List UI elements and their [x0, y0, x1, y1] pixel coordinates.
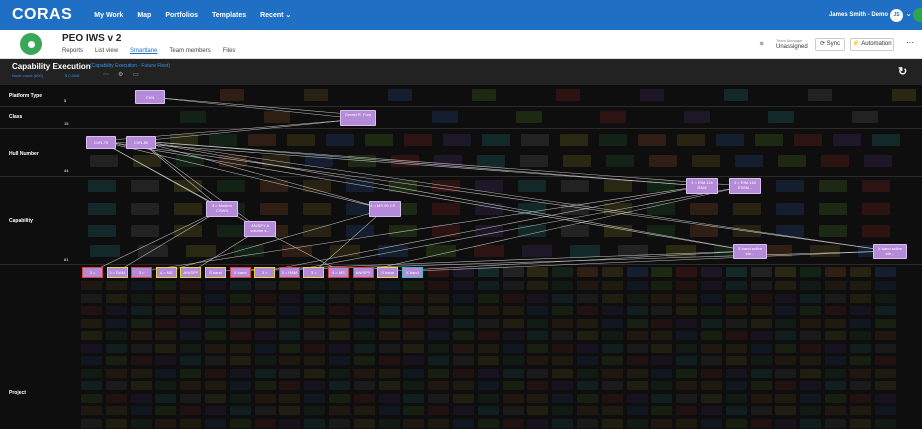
- edge: [99, 140, 891, 252]
- location-pin-icon: [20, 33, 42, 55]
- avatar[interactable]: JS: [890, 9, 903, 22]
- project-node[interactable]: 4 = MS: [155, 267, 177, 278]
- edge: [139, 140, 746, 187]
- node-capability[interactable]: 3 = Modern CSWS: [206, 201, 238, 217]
- node-capability[interactable]: 4 = MS 09 CS ...: [369, 201, 401, 217]
- project-node[interactable]: 3 =: [82, 267, 103, 278]
- node-cvn[interactable]: CVN: [135, 90, 165, 104]
- capability-title: Capability Execution: [12, 62, 91, 71]
- project-node[interactable]: 3 =: [254, 267, 276, 278]
- capability-subtitle[interactable]: (Capability Execution - Future Fleet): [90, 63, 170, 69]
- nav-portfolios[interactable]: Portfolios: [165, 12, 198, 19]
- project-node[interactable]: AN/SPY: [180, 267, 202, 278]
- user-name[interactable]: James Smith - Demo: [829, 12, 888, 18]
- tab-list-view[interactable]: List view: [95, 48, 118, 54]
- edge: [99, 140, 751, 252]
- tab-files[interactable]: Files: [223, 48, 236, 54]
- edge: [289, 185, 746, 272]
- project-node[interactable]: 3 = RAM: [278, 267, 300, 278]
- edge: [117, 208, 223, 272]
- gear-icon[interactable]: ⚙: [118, 71, 123, 78]
- tab-bar: Reports List view Smartlane Team members…: [62, 48, 247, 54]
- edge: [167, 208, 386, 272]
- node-capability[interactable]: 3 = RIM-116 RAM: [686, 178, 718, 194]
- edge: [149, 96, 361, 120]
- tab-reports[interactable]: Reports: [62, 48, 83, 54]
- nav-recent[interactable]: Recent ⌄: [260, 11, 291, 19]
- node-capability[interactable]: AN/SPY-6 volume s...: [244, 221, 276, 237]
- sync-button[interactable]: ⟳ Sync: [815, 38, 845, 51]
- project-node[interactable]: AN/SPY: [352, 267, 374, 278]
- project-node[interactable]: X band: [229, 267, 251, 278]
- project-node[interactable]: 3 =: [131, 267, 153, 278]
- project-node[interactable]: S band: [377, 267, 399, 278]
- tab-team-members[interactable]: Team members: [169, 48, 210, 54]
- team-manager-value[interactable]: Unassigned: [776, 44, 808, 50]
- project-node[interactable]: 3 = RAM: [106, 267, 128, 278]
- person-icon: ●: [759, 38, 765, 48]
- top-nav: CORAS My Work Map Portfolios Templates R…: [0, 0, 922, 30]
- edge: [139, 118, 361, 142]
- page-title: PEO IWS v 2: [62, 33, 122, 44]
- logo[interactable]: CORAS: [12, 6, 72, 24]
- node-capability[interactable]: X band active ele...: [873, 244, 907, 259]
- node-cvn-80[interactable]: CVN-80: [126, 136, 156, 149]
- node-cvn-79[interactable]: CVN-79: [86, 136, 116, 149]
- project-node[interactable]: 3 =: [303, 267, 325, 278]
- edge: [139, 140, 703, 187]
- edge: [139, 140, 751, 252]
- monitor-icon[interactable]: ▭: [133, 71, 139, 78]
- nav-map[interactable]: Map: [137, 12, 151, 19]
- node-capability[interactable]: S band active ele...: [733, 244, 767, 259]
- project-node[interactable]: S band: [205, 267, 226, 278]
- team-manager-label: Team Manager: [776, 38, 803, 43]
- cost-total: $ 0.00M: [65, 73, 80, 78]
- project-node[interactable]: X band: [401, 267, 423, 278]
- apps-icon[interactable]: [913, 8, 922, 22]
- node-capability[interactable]: 3 = RIM-162 ESSM...: [729, 178, 761, 194]
- edge: [139, 140, 386, 210]
- edge: [149, 96, 361, 116]
- chevron-down-icon[interactable]: ⌄: [905, 9, 912, 18]
- capability-bar: Capability Execution (Capability Executi…: [0, 59, 922, 85]
- more-icon[interactable]: ⋯: [906, 38, 914, 47]
- automation-button[interactable]: ⚡ Automation: [850, 38, 894, 51]
- refresh-icon[interactable]: ↻: [898, 65, 907, 78]
- project-header: PEO IWS v 2 Reports List view Smartlane …: [0, 30, 922, 59]
- tab-smartlane[interactable]: Smartlane: [130, 48, 157, 54]
- node-gerald-r-ford[interactable]: Gerald R. Ford: [340, 110, 376, 126]
- smartlane-canvas[interactable]: Platform Type 5 Class 15 Hull Number 44 …: [0, 85, 922, 429]
- more-icon[interactable]: ⋯: [103, 71, 109, 78]
- project-node[interactable]: 4 = MS: [328, 267, 349, 278]
- edge: [265, 185, 703, 272]
- edge: [139, 140, 261, 230]
- edge: [314, 208, 386, 272]
- nav-templates[interactable]: Templates: [212, 12, 246, 19]
- node-count: Node count (600): [12, 73, 43, 78]
- nav-my-work[interactable]: My Work: [94, 12, 123, 19]
